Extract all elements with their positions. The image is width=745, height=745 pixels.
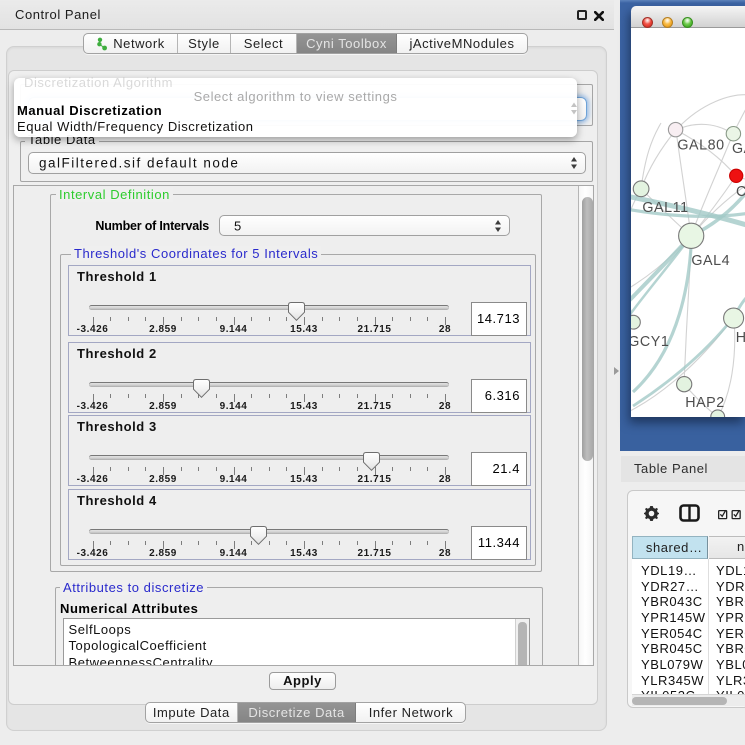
svg-text:GA: GA: [732, 141, 745, 157]
svg-text:H: H: [736, 330, 745, 346]
svg-text:GAL11: GAL11: [642, 200, 688, 216]
svg-text:GAL80: GAL80: [677, 138, 724, 154]
svg-text:HAP2: HAP2: [685, 395, 725, 411]
svg-text:GCY1: GCY1: [631, 334, 669, 350]
svg-text:GAL4: GAL4: [691, 253, 730, 269]
svg-text:C: C: [736, 184, 745, 200]
